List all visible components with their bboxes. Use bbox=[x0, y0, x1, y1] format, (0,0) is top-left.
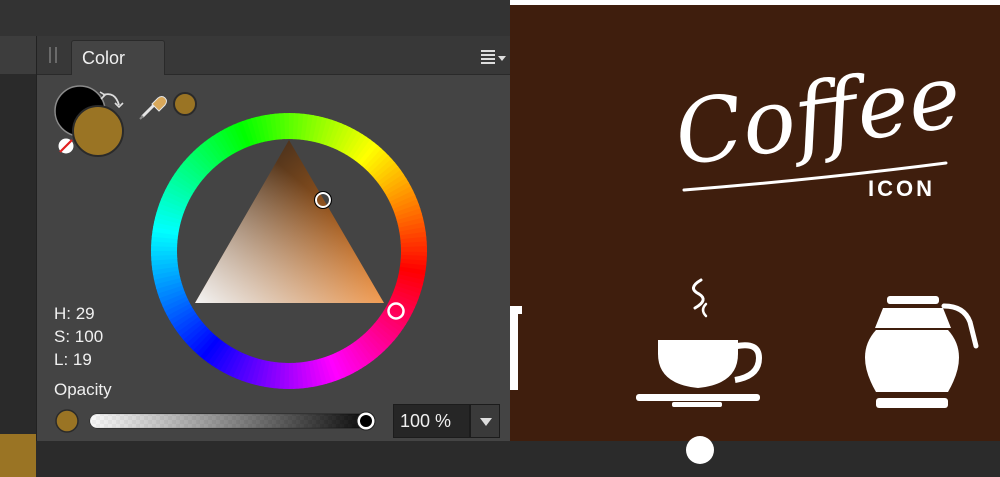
left-side-panel bbox=[0, 36, 36, 477]
panel-tab-bar: Color bbox=[37, 36, 511, 75]
tab-color-label: Color bbox=[82, 48, 126, 68]
canvas-top-edge bbox=[510, 0, 1000, 5]
panel-grip-icon[interactable] bbox=[49, 47, 57, 63]
app-top-bar bbox=[0, 0, 510, 36]
left-panel-header bbox=[0, 36, 36, 74]
opacity-label: Opacity bbox=[54, 380, 112, 399]
saturation-readout: S: 100 bbox=[54, 327, 104, 346]
hue-readout: H: 29 bbox=[54, 304, 95, 323]
lightness-readout: L: 19 bbox=[54, 350, 92, 369]
document-canvas[interactable] bbox=[510, 0, 1000, 441]
panel-menu-icon[interactable] bbox=[481, 48, 506, 66]
left-panel-color-swatch bbox=[0, 434, 36, 477]
opacity-value-field[interactable] bbox=[394, 405, 469, 437]
tab-color[interactable]: Color bbox=[71, 40, 165, 75]
opacity-dropdown-button[interactable] bbox=[470, 404, 500, 438]
chevron-down-icon bbox=[480, 418, 492, 426]
opacity-value-box[interactable] bbox=[393, 404, 470, 438]
